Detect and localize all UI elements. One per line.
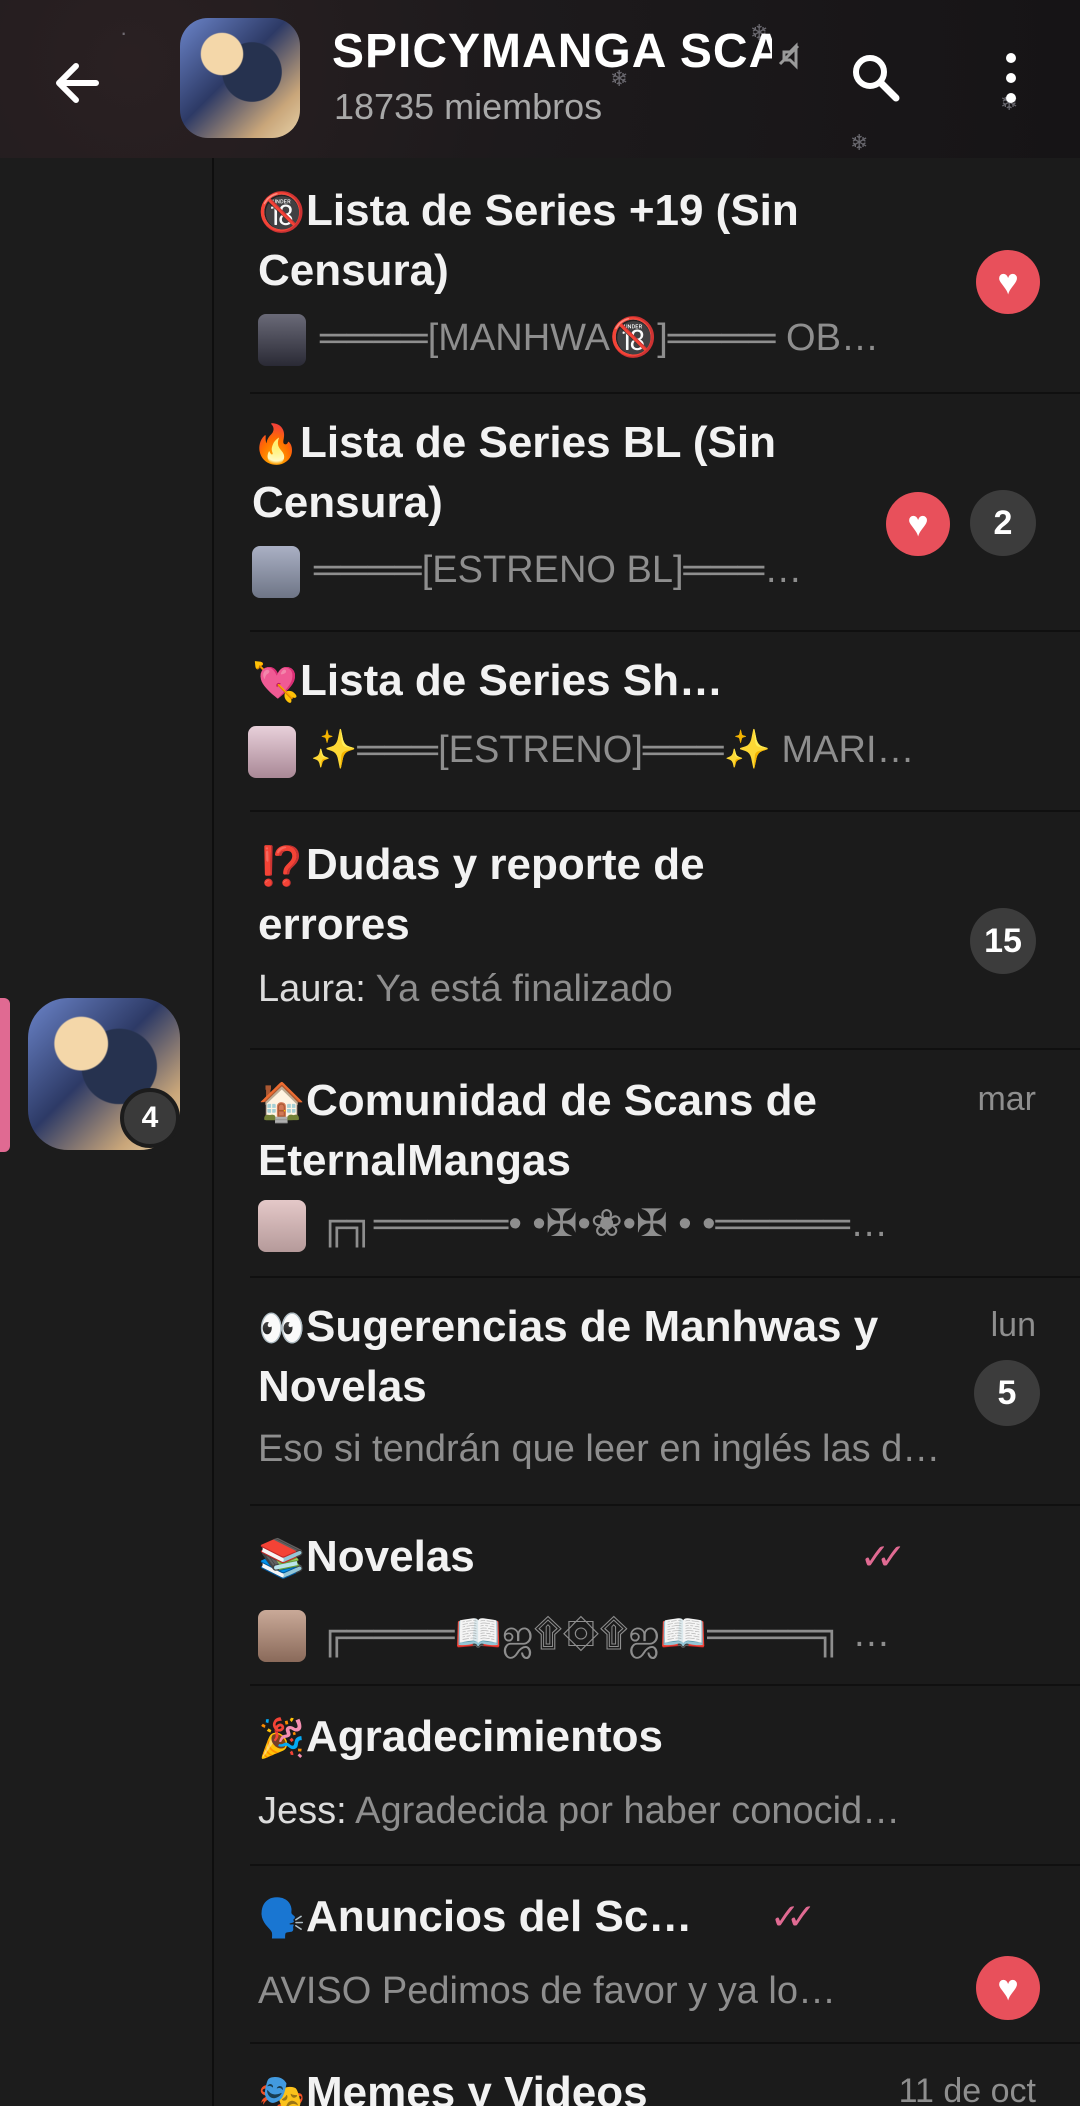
topic-row[interactable]: 🎉Agradecimientos Jess: Agradecida por ha… <box>214 1686 1080 1866</box>
group-avatar[interactable] <box>180 18 300 138</box>
topic-emoji: 🔥 <box>252 424 300 466</box>
snow-decoration: ❄ <box>850 130 869 155</box>
heart-reaction-icon[interactable]: ♥ <box>976 1956 1040 2020</box>
topic-list: 🔞Lista de Series +19 (Sin Censura) ════[… <box>214 158 1080 2106</box>
topic-preview: AVISO Pedimos de favor y ya lo… <box>258 1970 836 2012</box>
topic-emoji: 🎭 <box>258 2074 306 2106</box>
topic-title: Agradecimientos <box>306 1712 663 1761</box>
topic-preview: Agradecida por haber conocid… <box>355 1790 901 1832</box>
more-vertical-icon <box>1006 53 1016 103</box>
topic-time: 11 de oct <box>898 2072 1036 2106</box>
active-indicator <box>0 998 10 1152</box>
topic-row[interactable]: ⁉️Dudas y reporte de errores Laura: Ya e… <box>214 812 1080 1050</box>
arrow-left-icon <box>56 63 99 103</box>
topic-row[interactable]: 📚Novelas ✓✓ ╔════📖ஜ۩۞۩ஜ📖════╗ … <box>214 1506 1080 1686</box>
message-sender: Laura: <box>258 968 366 1010</box>
topic-time: mar <box>977 1080 1036 1118</box>
unread-count-badge: 5 <box>974 1360 1040 1426</box>
read-ticks-icon: ✓✓ <box>770 1896 816 1937</box>
topic-emoji: 🎉 <box>258 1718 306 1760</box>
read-ticks-icon: ✓✓ <box>860 1536 906 1577</box>
topic-title: Lista de Series BL (Sin Censura) <box>252 418 777 527</box>
topic-emoji: 🏠 <box>258 1082 306 1124</box>
topic-emoji: ⁉️ <box>258 846 306 888</box>
topic-title: Sugerencias de Manhwas y Novelas <box>258 1302 879 1411</box>
topic-emoji: 👀 <box>258 1308 306 1350</box>
topic-preview: ════[MANHWA🔞]════ OB… <box>320 317 879 360</box>
topic-title: Anuncios del Sc… <box>306 1892 693 1941</box>
topic-preview: Ya está finalizado <box>375 968 673 1010</box>
rail-unread-badge: 4 <box>120 1088 180 1148</box>
media-thumbnail <box>258 1200 306 1252</box>
topic-emoji: 🗣️ <box>258 1898 306 1940</box>
topic-row[interactable]: 🔥Lista de Series BL (Sin Censura) ════[E… <box>214 394 1080 632</box>
topic-title: Memes y Videos <box>306 2068 648 2106</box>
group-title[interactable]: SPICYMANGA SCANS <box>332 24 772 84</box>
topic-title: Dudas y reporte de errores <box>258 840 705 949</box>
topic-emoji: 💘 <box>252 662 300 704</box>
topic-row[interactable]: 🎭Memes y Videos 11 de oct <box>214 2044 1080 2106</box>
search-button[interactable] <box>846 48 906 108</box>
topic-preview: Eso si tendrán que leer en inglés las d… <box>258 1428 941 1470</box>
topic-preview: ✨═══[ESTRENO]═══✨ MARI… <box>310 729 915 772</box>
heart-reaction-icon[interactable]: ♥ <box>976 250 1040 314</box>
muted-icon <box>770 36 810 76</box>
back-button[interactable] <box>44 48 114 118</box>
topic-row[interactable]: 🏠Comunidad de Scans de EternalMangas mar… <box>214 1050 1080 1278</box>
topic-row[interactable]: 💘Lista de Series Sh… ✨═══[ESTRENO]═══✨ M… <box>214 632 1080 812</box>
message-sender: Jess: <box>258 1790 347 1832</box>
search-icon <box>853 55 900 102</box>
topic-title: Novelas <box>306 1532 475 1581</box>
chat-rail: 4 <box>0 158 214 2106</box>
topic-row[interactable]: 🗣️Anuncios del Sc… ✓✓ AVISO Pedimos de f… <box>214 1866 1080 2044</box>
media-thumbnail <box>258 1610 306 1662</box>
media-thumbnail <box>248 726 296 778</box>
topic-row[interactable]: 👀Sugerencias de Manhwas y Novelas lun 5 … <box>214 1278 1080 1506</box>
topic-title: Comunidad de Scans de EternalMangas <box>258 1076 817 1185</box>
topic-time: lun <box>990 1306 1036 1344</box>
member-count: 18735 miembros <box>334 86 603 127</box>
topic-title: Lista de Series Sh… <box>300 656 724 705</box>
topic-preview: ╔╗═════• •✠•❀•✠ • •═════… <box>320 1203 889 1246</box>
topic-emoji: 📚 <box>258 1538 306 1580</box>
heart-reaction-icon[interactable]: ♥ <box>886 492 950 556</box>
media-thumbnail <box>252 546 300 598</box>
topic-emoji: 🔞 <box>258 192 306 234</box>
chat-header: · ❄ ❄ ❄ ❄ SPICYMANGA SCANS 18735 miembro… <box>0 0 1080 158</box>
more-options-button[interactable] <box>996 48 1026 108</box>
media-thumbnail <box>258 314 306 366</box>
unread-count-badge: 2 <box>970 490 1036 556</box>
topic-row[interactable]: 🔞Lista de Series +19 (Sin Censura) ════[… <box>214 158 1080 394</box>
topic-preview: ════[ESTRENO BL]═══… <box>314 549 803 592</box>
topic-title: Lista de Series +19 (Sin Censura) <box>258 186 799 295</box>
topic-preview: ╔════📖ஜ۩۞۩ஜ📖════╗ … <box>320 1613 891 1656</box>
unread-count-badge: 15 <box>970 908 1036 974</box>
snow-decoration: · <box>120 20 128 45</box>
